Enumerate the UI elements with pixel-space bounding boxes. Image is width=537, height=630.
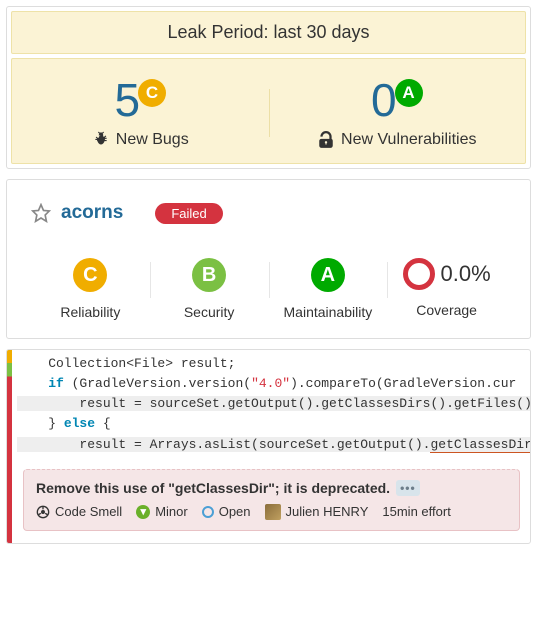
- quality-gate-status: Failed: [155, 203, 222, 224]
- issue-status[interactable]: Open: [202, 504, 251, 519]
- favorite-star-icon[interactable]: [31, 203, 51, 223]
- reliability-label: Reliability: [31, 304, 150, 320]
- leak-header: Leak Period: last 30 days: [11, 11, 526, 54]
- new-bugs-label: New Bugs: [116, 131, 189, 149]
- avatar: [265, 504, 281, 520]
- security-rating[interactable]: B Security: [150, 258, 269, 320]
- project-panel: acorns Failed C Reliability B Security A…: [6, 179, 531, 339]
- coverage-cell[interactable]: 0.0% Coverage: [387, 258, 506, 320]
- project-name-link[interactable]: acorns: [61, 202, 123, 224]
- maintainability-label: Maintainability: [269, 304, 388, 320]
- source-code: Collection<File> result; if (GradleVersi…: [7, 350, 530, 465]
- new-vulns-grade: A: [395, 79, 423, 107]
- issue-severity[interactable]: ▾ Minor: [136, 504, 188, 519]
- coverage-value: 0.0%: [441, 261, 491, 287]
- issue-more-icon[interactable]: •••: [396, 480, 420, 496]
- issue-effort: 15min effort: [382, 504, 450, 519]
- unlock-icon: [317, 131, 335, 149]
- issue-meta: Code Smell ▾ Minor Open Julien HENRY 15m…: [36, 504, 507, 520]
- new-vulns-count: 0: [371, 77, 397, 123]
- new-vulns-label: New Vulnerabilities: [341, 131, 476, 149]
- bug-icon: [92, 131, 110, 149]
- coverage-donut-icon: [403, 258, 435, 290]
- issue-box[interactable]: Remove this use of "getClassesDir"; it i…: [23, 469, 520, 531]
- severity-minor-icon: ▾: [136, 505, 150, 519]
- security-grade: B: [192, 258, 226, 292]
- leak-period-panel: Leak Period: last 30 days 5 C New Bugs 0…: [6, 6, 531, 169]
- status-open-icon: [202, 506, 214, 518]
- code-smell-icon: [36, 505, 50, 519]
- maintainability-grade: A: [311, 258, 345, 292]
- issue-title-row: Remove this use of "getClassesDir"; it i…: [36, 480, 507, 496]
- issue-type[interactable]: Code Smell: [36, 504, 122, 519]
- metric-new-vulnerabilities[interactable]: 0 A New Vulnerabilities: [269, 77, 526, 149]
- project-header: acorns Failed: [31, 202, 506, 224]
- coverage-label: Coverage: [387, 302, 506, 318]
- new-bugs-count: 5: [114, 77, 140, 123]
- reliability-grade: C: [73, 258, 107, 292]
- leak-body: 5 C New Bugs 0 A New Vulnerabilities: [11, 58, 526, 164]
- maintainability-rating[interactable]: A Maintainability: [269, 258, 388, 320]
- code-issue-panel: Collection<File> result; if (GradleVersi…: [6, 349, 531, 544]
- issue-message: Remove this use of "getClassesDir"; it i…: [36, 480, 390, 496]
- ratings-row: C Reliability B Security A Maintainabili…: [31, 258, 506, 320]
- new-bugs-grade: C: [138, 79, 166, 107]
- reliability-rating[interactable]: C Reliability: [31, 258, 150, 320]
- metric-new-bugs[interactable]: 5 C New Bugs: [12, 77, 269, 149]
- security-label: Security: [150, 304, 269, 320]
- issue-assignee[interactable]: Julien HENRY: [265, 504, 369, 520]
